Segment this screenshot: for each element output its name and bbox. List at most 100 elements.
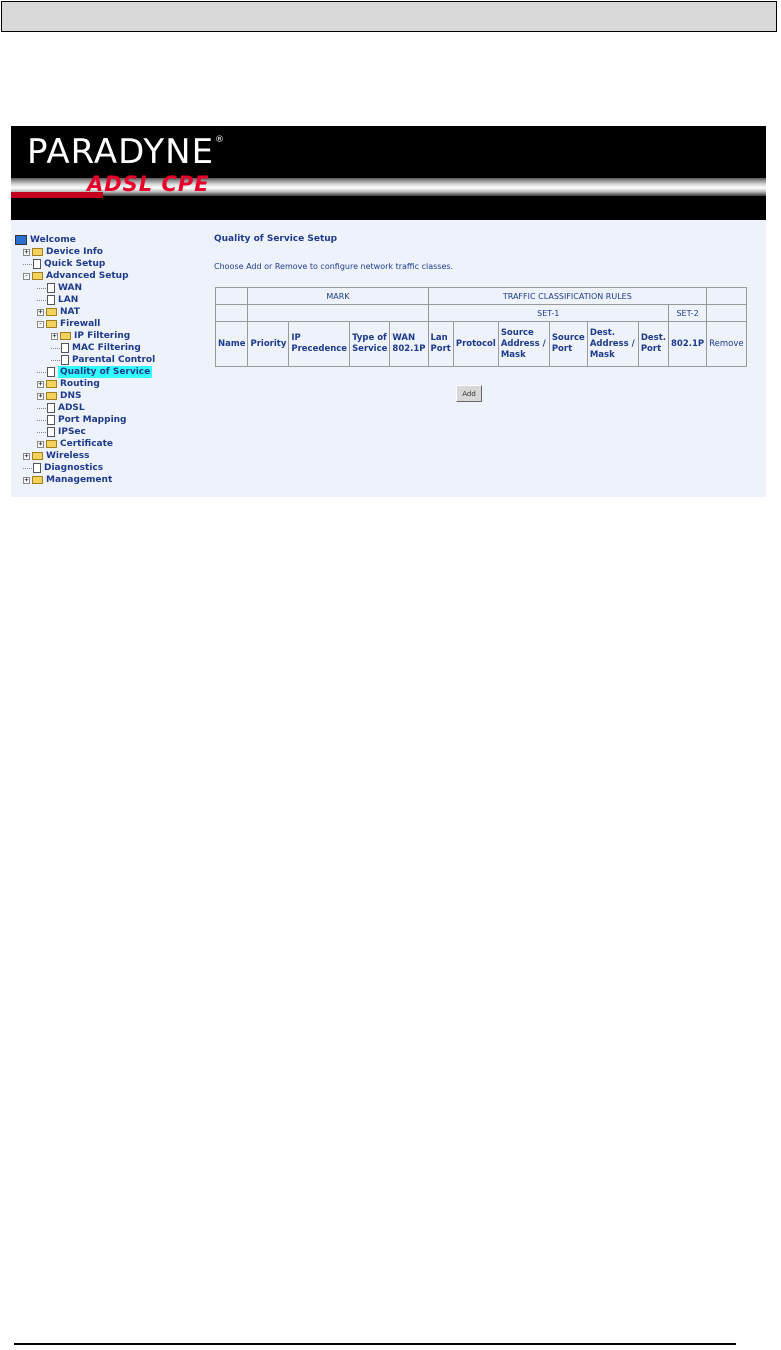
registered-mark: ®: [215, 135, 224, 145]
qos-classes-table: MARK TRAFFIC CLASSIFICATION RULES SET-1 …: [214, 287, 747, 367]
sidebar-item-routing[interactable]: + Routing: [37, 378, 100, 390]
folder-open-icon: [32, 272, 43, 280]
expand-icon[interactable]: +: [51, 332, 58, 340]
sidebar-item-parental-control[interactable]: Parental Control: [51, 354, 155, 366]
sidebar-item-label: Routing: [60, 379, 100, 389]
sidebar-item-label: IPSec: [58, 427, 86, 437]
instruction-text: Choose Add or Remove to configure networ…: [214, 262, 454, 271]
folder-icon: [32, 476, 43, 484]
blank-cell: [214, 287, 249, 305]
banner: PARADYNE ® ADSL CPE: [11, 126, 766, 220]
document-footer-line: [14, 1343, 736, 1345]
page-icon: [33, 259, 41, 269]
sidebar-item-device-info[interactable]: + Device Info: [23, 246, 103, 258]
sidebar-item-label: DNS: [60, 391, 82, 401]
blank-cell: [706, 304, 747, 322]
add-button[interactable]: Add: [456, 385, 482, 402]
col-remove: Remove: [706, 321, 747, 367]
sidebar-item-ipsec[interactable]: IPSec: [37, 426, 86, 438]
mark-group-header: MARK: [247, 287, 429, 305]
page-title: Quality of Service Setup: [214, 234, 338, 244]
sidebar-item-label: Certificate: [60, 439, 114, 449]
col-source-port: Source Port: [548, 321, 588, 367]
sidebar-item-label: Firewall: [60, 319, 101, 329]
sidebar-item-quality-of-service[interactable]: Quality of Service: [37, 366, 153, 378]
collapse-icon[interactable]: -: [23, 272, 30, 280]
sidebar-item-port-mapping[interactable]: Port Mapping: [37, 414, 127, 426]
expand-icon[interactable]: +: [37, 440, 44, 448]
sidebar-item-management[interactable]: + Management: [23, 474, 112, 486]
router-web-ui: PARADYNE ® ADSL CPE Welcome + Device Info Q…: [11, 126, 766, 497]
sidebar-item-advanced-setup[interactable]: - Advanced Setup: [23, 270, 129, 282]
sidebar-item-label: Wireless: [46, 451, 90, 461]
sidebar-item-quick-setup[interactable]: Quick Setup: [23, 258, 105, 270]
rules-group-header: TRAFFIC CLASSIFICATION RULES: [427, 287, 708, 305]
expand-icon[interactable]: +: [37, 392, 44, 400]
folder-icon: [46, 308, 57, 316]
sidebar-item-label: IP Filtering: [74, 331, 131, 341]
tree-connector: [37, 407, 46, 409]
col-type-of-service: Type of Service: [349, 321, 391, 367]
sidebar-item-label: Quality of Service: [58, 366, 153, 378]
sidebar-item-lan[interactable]: LAN: [37, 294, 78, 306]
tree-connector: [37, 431, 46, 433]
sidebar-item-certificate[interactable]: + Certificate: [37, 438, 113, 450]
sidebar-item-label: Device Info: [46, 247, 103, 257]
tree-connector: [37, 419, 46, 421]
col-name: Name: [214, 321, 249, 367]
tree-connector: [23, 467, 32, 469]
col-wan-8021p: WAN 802.1P: [389, 321, 429, 367]
col-ip-precedence: IP Precedence: [288, 321, 351, 367]
set1-header: SET-1: [427, 304, 670, 322]
computer-icon: [15, 235, 27, 245]
sidebar-item-label: Quick Setup: [44, 259, 106, 269]
col-8021p: 802.1P: [668, 321, 708, 367]
sidebar-item-ip-filtering[interactable]: + IP Filtering: [51, 330, 130, 342]
page-icon: [47, 427, 55, 437]
sidebar-item-wireless[interactable]: + Wireless: [23, 450, 89, 462]
expand-icon[interactable]: +: [37, 380, 44, 388]
set2-header: SET-2: [668, 304, 708, 322]
sidebar-item-diagnostics[interactable]: Diagnostics: [23, 462, 103, 474]
page-icon: [47, 283, 55, 293]
sidebar-item-adsl[interactable]: ADSL: [37, 402, 85, 414]
sidebar-item-label: Port Mapping: [58, 415, 127, 425]
blank-cell: [247, 304, 429, 322]
product-name: ADSL CPE: [87, 172, 210, 196]
expand-icon[interactable]: +: [23, 248, 30, 256]
page-icon: [47, 367, 55, 377]
col-priority: Priority: [247, 321, 290, 367]
sidebar-item-label: Parental Control: [72, 355, 156, 365]
sidebar-item-wan[interactable]: WAN: [37, 282, 82, 294]
sidebar-item-nat[interactable]: + NAT: [37, 306, 80, 318]
col-source-address: Source Address / Mask: [497, 321, 550, 367]
folder-open-icon: [46, 320, 57, 328]
tree-connector: [23, 263, 32, 265]
sidebar-item-label: LAN: [58, 295, 79, 305]
page-icon: [61, 343, 69, 353]
expand-icon[interactable]: +: [23, 476, 30, 484]
page-icon: [47, 415, 55, 425]
sidebar-item-mac-filtering[interactable]: MAC Filtering: [51, 342, 141, 354]
col-dest-address: Dest. Address / Mask: [586, 321, 639, 367]
folder-icon: [32, 452, 43, 460]
expand-icon[interactable]: +: [37, 308, 44, 316]
tree-connector: [37, 371, 46, 373]
sidebar-item-label: WAN: [58, 283, 83, 293]
sidebar-item-label: Advanced Setup: [46, 271, 129, 281]
sidebar-item-label: Diagnostics: [44, 463, 104, 473]
collapse-icon[interactable]: -: [37, 320, 44, 328]
blank-cell: [214, 304, 249, 322]
tree-connector: [37, 299, 46, 301]
expand-icon[interactable]: +: [23, 452, 30, 460]
col-protocol: Protocol: [452, 321, 499, 367]
sidebar-item-dns[interactable]: + DNS: [37, 390, 82, 402]
tree-connector: [37, 287, 46, 289]
col-dest-port: Dest. Port: [637, 321, 670, 367]
sidebar-item-welcome[interactable]: Welcome: [15, 234, 76, 246]
folder-icon: [46, 440, 57, 448]
sidebar-item-firewall[interactable]: - Firewall: [37, 318, 100, 330]
folder-icon: [32, 248, 43, 256]
brand-logo: PARADYNE: [27, 132, 215, 172]
page-icon: [47, 295, 55, 305]
